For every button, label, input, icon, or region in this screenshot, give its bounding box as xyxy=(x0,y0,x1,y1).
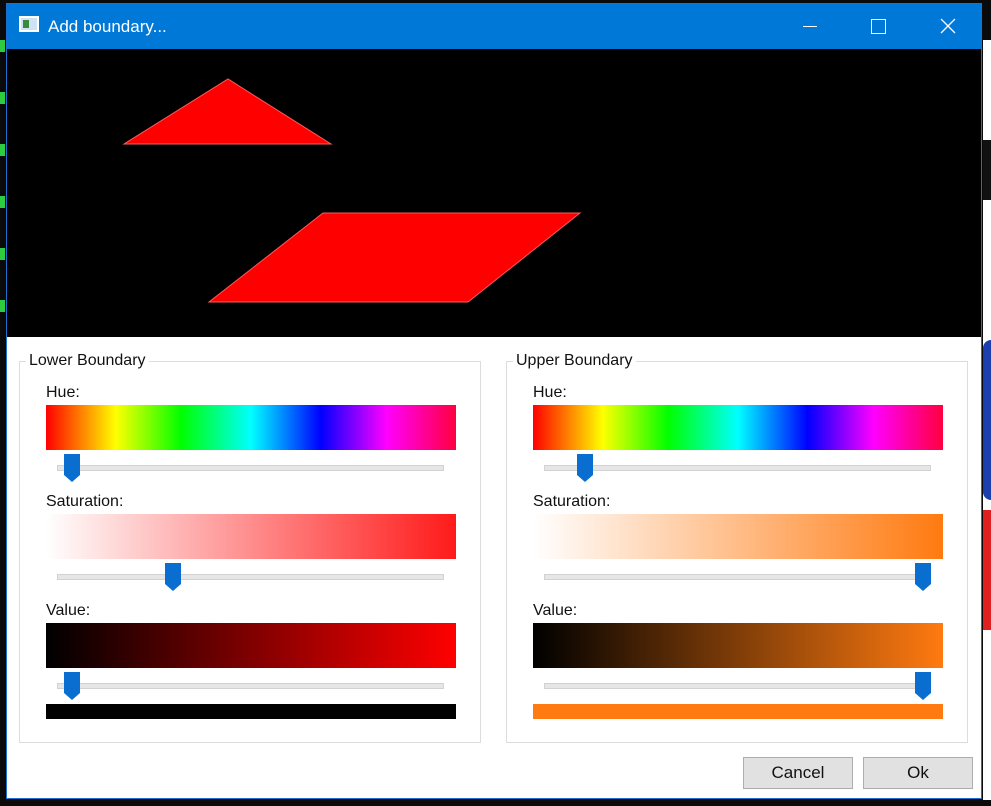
background-window-edge-right xyxy=(983,40,991,800)
add-boundary-dialog: Add boundary... Lower Boundary Hue: Satu… xyxy=(6,3,982,799)
lower-saturation-label: Saturation: xyxy=(46,493,124,510)
upper-value-label: Value: xyxy=(533,602,578,619)
lower-value-label: Value: xyxy=(46,602,91,619)
preview-triangle-shape xyxy=(122,78,333,145)
preview-parallelogram-shape xyxy=(207,212,582,303)
lower-value-slider-thumb[interactable] xyxy=(64,672,81,700)
upper-color-swatch xyxy=(533,704,943,719)
app-window-icon xyxy=(19,16,39,32)
ok-button[interactable]: Ok xyxy=(863,757,973,789)
maximize-icon[interactable] xyxy=(843,4,913,49)
lower-hue-label: Hue: xyxy=(46,384,80,401)
lower-value-gradient xyxy=(46,623,456,668)
lower-value-slider-track[interactable] xyxy=(57,683,444,689)
upper-saturation-gradient xyxy=(533,514,943,559)
upper-hue-label: Hue: xyxy=(533,384,567,401)
lower-boundary-title: Lower Boundary xyxy=(26,351,149,371)
window-title: Add boundary... xyxy=(48,17,167,36)
minimize-icon[interactable] xyxy=(773,4,843,49)
title-bar[interactable]: Add boundary... xyxy=(7,4,981,49)
upper-boundary-title: Upper Boundary xyxy=(513,351,636,371)
upper-hue-slider-thumb[interactable] xyxy=(577,454,594,482)
upper-hue-spectrum xyxy=(533,405,943,450)
lower-saturation-gradient xyxy=(46,514,456,559)
upper-value-slider-thumb[interactable] xyxy=(915,672,931,700)
upper-value-slider-track[interactable] xyxy=(544,683,931,689)
lower-saturation-slider-thumb[interactable] xyxy=(164,563,181,591)
upper-hue-slider-track[interactable] xyxy=(544,465,931,471)
upper-saturation-slider-thumb[interactable] xyxy=(915,563,931,591)
lower-saturation-slider-track[interactable] xyxy=(57,574,444,580)
upper-boundary-group: Upper Boundary Hue: Saturation: Value: xyxy=(506,351,968,743)
upper-saturation-slider-track[interactable] xyxy=(544,574,931,580)
close-icon[interactable] xyxy=(913,4,983,49)
lower-hue-spectrum xyxy=(46,405,456,450)
lower-boundary-group: Lower Boundary Hue: Saturation: Value: xyxy=(19,351,481,743)
lower-hue-slider-track[interactable] xyxy=(57,465,444,471)
upper-value-gradient xyxy=(533,623,943,668)
lower-color-swatch xyxy=(46,704,456,719)
lower-hue-slider-thumb[interactable] xyxy=(64,454,81,482)
upper-saturation-label: Saturation: xyxy=(533,493,611,510)
cancel-button[interactable]: Cancel xyxy=(743,757,853,789)
mask-preview-image xyxy=(7,49,981,337)
